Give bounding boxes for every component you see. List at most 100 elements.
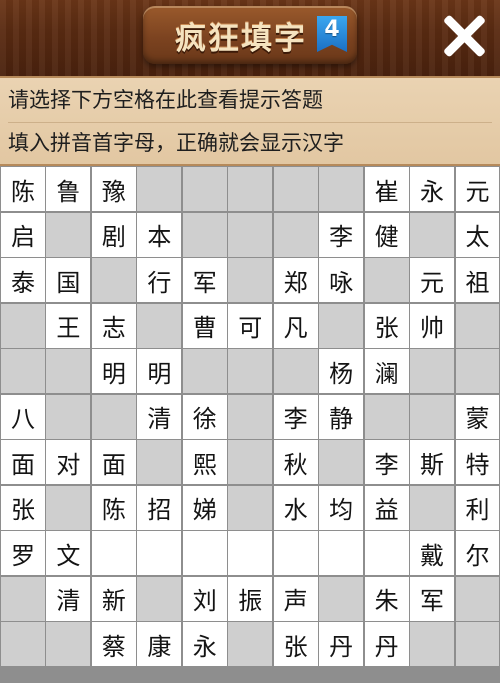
grid-cell[interactable] <box>228 531 273 575</box>
grid-cell-blank <box>410 485 454 530</box>
grid-cell-blank <box>91 258 136 302</box>
grid-cell[interactable]: 水 <box>273 485 318 530</box>
hint-text-2: 填入拼音首字母，正确就会显示汉字 <box>8 122 492 163</box>
grid-cell-blank <box>455 622 500 666</box>
grid-cell[interactable]: 戴 <box>410 531 454 575</box>
grid-cell[interactable]: 罗 <box>1 531 45 575</box>
grid-cell-blank <box>182 349 227 393</box>
grid-cell-blank <box>228 212 273 257</box>
grid-cell[interactable]: 本 <box>137 212 182 257</box>
grid-cell[interactable]: 咏 <box>319 258 364 302</box>
grid-cell-blank <box>319 440 364 484</box>
grid-cell[interactable]: 尔 <box>455 531 500 575</box>
grid-cell[interactable]: 益 <box>364 485 409 530</box>
grid-cell-blank <box>273 349 318 393</box>
grid-cell[interactable]: 鲁 <box>46 167 91 211</box>
grid-cell[interactable]: 均 <box>319 485 364 530</box>
grid-cell[interactable]: 健 <box>364 212 409 257</box>
grid-cell[interactable]: 对 <box>46 440 91 484</box>
grid-cell-blank <box>46 349 91 393</box>
grid-cell[interactable]: 曹 <box>182 303 227 348</box>
grid-cell[interactable]: 静 <box>319 394 364 439</box>
grid-cell[interactable]: 李 <box>273 394 318 439</box>
grid-cell[interactable]: 祖 <box>455 258 500 302</box>
grid-cell[interactable]: 郑 <box>273 258 318 302</box>
grid-cell[interactable] <box>319 531 364 575</box>
grid-cell[interactable]: 帅 <box>410 303 454 348</box>
grid-cell[interactable]: 利 <box>455 485 500 530</box>
grid-cell[interactable]: 声 <box>273 576 318 621</box>
grid-cell[interactable]: 张 <box>1 485 45 530</box>
grid-cell[interactable]: 国 <box>46 258 91 302</box>
grid-cell[interactable]: 可 <box>228 303 273 348</box>
grid-cell-blank <box>319 167 364 211</box>
grid-cell[interactable]: 豫 <box>91 167 136 211</box>
grid-cell[interactable]: 明 <box>137 349 182 393</box>
grid-cell[interactable]: 秋 <box>273 440 318 484</box>
grid-cell[interactable]: 斯 <box>410 440 454 484</box>
grid-cell[interactable]: 军 <box>410 576 454 621</box>
grid-cell[interactable]: 振 <box>228 576 273 621</box>
grid-cell-blank <box>46 485 91 530</box>
grid-cell[interactable]: 澜 <box>364 349 409 393</box>
grid-cell[interactable]: 志 <box>91 303 136 348</box>
grid-cell[interactable]: 刘 <box>182 576 227 621</box>
grid-cell[interactable]: 清 <box>137 394 182 439</box>
grid-cell[interactable]: 凡 <box>273 303 318 348</box>
grid-cell[interactable]: 蔡 <box>91 622 136 666</box>
grid-cell[interactable]: 崔 <box>364 167 409 211</box>
grid-cell[interactable] <box>91 531 136 575</box>
grid-cell[interactable]: 泰 <box>1 258 45 302</box>
grid-cell[interactable] <box>137 531 182 575</box>
grid-cell[interactable]: 军 <box>182 258 227 302</box>
grid-cell[interactable]: 李 <box>319 212 364 257</box>
grid-cell[interactable] <box>273 531 318 575</box>
grid-cell-blank <box>91 394 136 439</box>
grid-cell[interactable]: 面 <box>1 440 45 484</box>
grid-cell-blank <box>137 440 182 484</box>
grid-cell[interactable]: 行 <box>137 258 182 302</box>
grid-cell[interactable]: 文 <box>46 531 91 575</box>
grid-cell[interactable]: 陈 <box>91 485 136 530</box>
grid-cell[interactable]: 徐 <box>182 394 227 439</box>
grid-cell[interactable]: 元 <box>410 258 454 302</box>
grid-cell[interactable]: 陈 <box>1 167 45 211</box>
grid-cell[interactable] <box>182 531 227 575</box>
grid-cell[interactable]: 太 <box>455 212 500 257</box>
grid-cell[interactable]: 永 <box>182 622 227 666</box>
grid-cell-blank <box>228 258 273 302</box>
level-number: 4 <box>324 17 340 42</box>
grid-cell[interactable]: 启 <box>1 212 45 257</box>
grid-cell-blank <box>46 622 91 666</box>
grid-cell[interactable]: 蒙 <box>455 394 500 439</box>
grid-cell[interactable]: 丹 <box>364 622 409 666</box>
grid-cell-blank <box>364 258 409 302</box>
grid-cell-blank <box>228 440 273 484</box>
grid-cell[interactable]: 丹 <box>319 622 364 666</box>
grid-cell[interactable]: 张 <box>273 622 318 666</box>
grid-cell[interactable]: 清 <box>46 576 91 621</box>
grid-cell[interactable]: 元 <box>455 167 500 211</box>
grid-cell[interactable]: 新 <box>91 576 136 621</box>
grid-cell-blank <box>364 394 409 439</box>
grid-cell[interactable]: 面 <box>91 440 136 484</box>
grid-cell[interactable] <box>364 531 409 575</box>
grid-cell[interactable]: 杨 <box>319 349 364 393</box>
close-icon[interactable] <box>440 12 488 60</box>
grid-cell-blank <box>410 622 454 666</box>
grid-cell[interactable]: 张 <box>364 303 409 348</box>
grid-cell[interactable]: 永 <box>410 167 454 211</box>
grid-cell[interactable]: 李 <box>364 440 409 484</box>
grid-cell[interactable]: 招 <box>137 485 182 530</box>
grid-cell-blank <box>455 349 500 393</box>
grid-cell[interactable]: 明 <box>91 349 136 393</box>
grid-cell[interactable]: 娣 <box>182 485 227 530</box>
grid-cell[interactable]: 朱 <box>364 576 409 621</box>
grid-cell[interactable]: 熙 <box>182 440 227 484</box>
grid-cell[interactable]: 王 <box>46 303 91 348</box>
grid-cell-blank <box>410 212 454 257</box>
grid-cell[interactable]: 特 <box>455 440 500 484</box>
grid-cell[interactable]: 剧 <box>91 212 136 257</box>
grid-cell[interactable]: 康 <box>137 622 182 666</box>
grid-cell[interactable]: 八 <box>1 394 45 439</box>
